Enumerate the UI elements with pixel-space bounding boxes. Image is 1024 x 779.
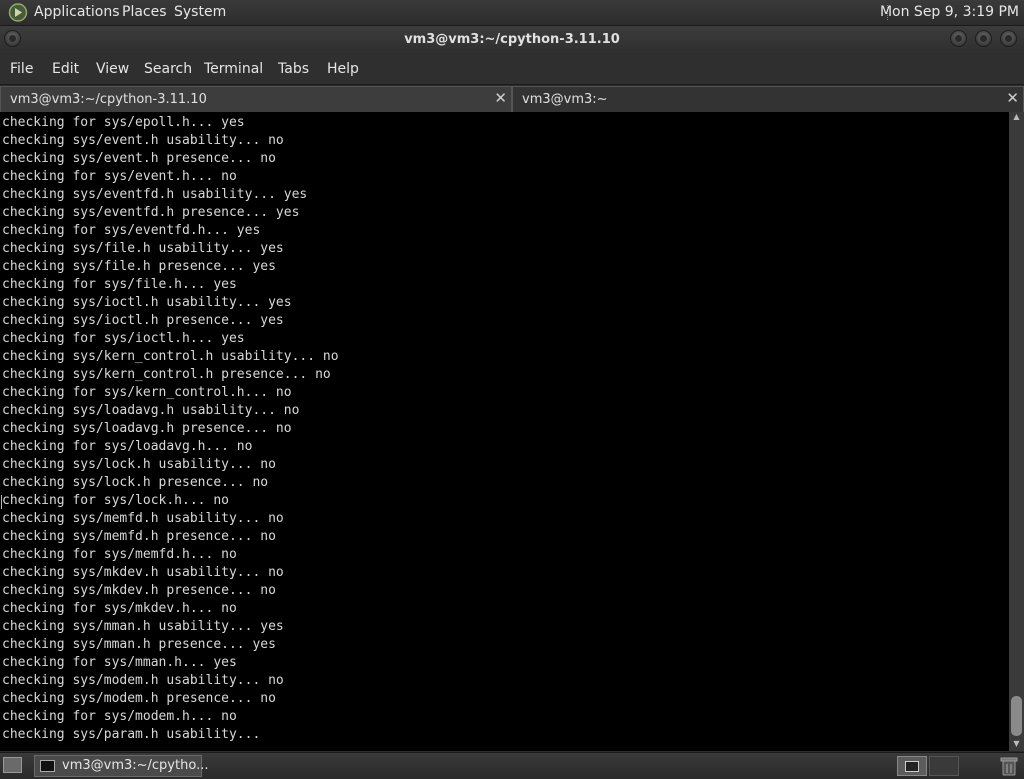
menu-help[interactable]: Help <box>327 61 359 77</box>
terminal-line: checking sys/ioctl.h presence... yes <box>2 313 284 328</box>
menu-tabs[interactable]: Tabs <box>278 61 309 77</box>
terminal-line: checking sys/kern_control.h presence... … <box>2 367 331 382</box>
terminal-line: checking for sys/mman.h... yes <box>2 655 237 670</box>
trash-icon[interactable] <box>1000 756 1018 776</box>
taskbar-item-label: vm3@vm3:~/cpytho... <box>62 758 209 773</box>
panel-clock[interactable]: Mon Sep 9, 3:19 PM <box>880 4 1019 20</box>
terminal-line: checking for sys/ioctl.h... yes <box>2 331 245 346</box>
terminal-line: checking sys/modem.h presence... no <box>2 691 276 706</box>
terminal-line: checking sys/mkdev.h usability... no <box>2 565 284 580</box>
window-title: vm3@vm3:~/cpython-3.11.10 <box>404 32 620 47</box>
applications-menu[interactable]: Applications <box>34 4 120 20</box>
terminal-icon <box>905 761 919 772</box>
terminal-line: checking sys/memfd.h presence... no <box>2 529 276 544</box>
terminal-line: checking sys/mman.h presence... yes <box>2 637 276 652</box>
tab-cpython[interactable]: vm3@vm3:~/cpython-3.11.10 ✕ <box>0 86 512 112</box>
terminal-line: checking sys/lock.h presence... no <box>2 475 269 490</box>
taskbar-item-terminal[interactable]: vm3@vm3:~/cpytho... <box>34 755 208 777</box>
app-logo-icon[interactable] <box>8 3 28 22</box>
terminal-line: checking for sys/kern_control.h... no <box>2 385 292 400</box>
menu-edit[interactable]: Edit <box>52 61 79 77</box>
tab-home[interactable]: vm3@vm3:~ ✕ <box>512 86 1024 112</box>
terminal-line: checking sys/loadavg.h presence... no <box>2 421 292 436</box>
menu-file[interactable]: File <box>10 61 33 77</box>
tab-close-icon[interactable]: ✕ <box>494 89 507 107</box>
bottom-panel: vm3@vm3:~/cpytho... <box>0 752 1024 779</box>
terminal-line: checking sys/eventfd.h usability... yes <box>2 187 308 202</box>
terminal-line: checking sys/ioctl.h usability... yes <box>2 295 292 310</box>
tab-label: vm3@vm3:~ <box>522 92 608 107</box>
terminal-line: checking sys/file.h presence... yes <box>2 259 276 274</box>
terminal-line: checking sys/param.h usability... <box>2 727 261 742</box>
terminal-output[interactable]: checking for sys/epoll.h... yes checking … <box>0 112 1009 751</box>
scrollbar-thumb[interactable] <box>1011 696 1022 736</box>
close-button[interactable] <box>1000 30 1017 47</box>
terminal-line: checking sys/mkdev.h presence... no <box>2 583 276 598</box>
terminal-line: checking sys/loadavg.h usability... no <box>2 403 300 418</box>
menu-search[interactable]: Search <box>144 61 192 77</box>
minimize-button[interactable] <box>950 30 967 47</box>
terminal-line: checking for sys/mkdev.h... no <box>2 601 237 616</box>
scroll-up-icon[interactable]: ▲ <box>1009 112 1024 124</box>
system-menu[interactable]: System <box>174 4 226 20</box>
terminal-line: checking sys/file.h usability... yes <box>2 241 284 256</box>
terminal-line: checking for sys/loadavg.h... no <box>2 439 253 454</box>
mouse-text-cursor <box>1 495 8 509</box>
terminal-line: checking for sys/modem.h... no <box>2 709 237 724</box>
terminal-line: checking sys/memfd.h usability... no <box>2 511 284 526</box>
terminal-line: checking for sys/file.h... yes <box>2 277 237 292</box>
terminal-line: checking sys/event.h usability... no <box>2 133 284 148</box>
terminal-line: checking sys/lock.h usability... no <box>2 457 276 472</box>
maximize-button[interactable] <box>975 30 992 47</box>
tab-label: vm3@vm3:~/cpython-3.11.10 <box>10 92 207 107</box>
places-menu[interactable]: Places <box>122 4 167 20</box>
terminal-line: checking for sys/lock.h... no <box>2 493 229 508</box>
menu-view[interactable]: View <box>96 61 129 77</box>
show-desktop-icon[interactable] <box>3 757 22 773</box>
workspace-1-button[interactable] <box>897 756 927 776</box>
terminal-scrollbar[interactable]: ▲ ▼ <box>1009 112 1024 751</box>
terminal-line: checking for sys/memfd.h... no <box>2 547 237 562</box>
workspace-2-button[interactable] <box>929 756 959 776</box>
window-titlebar[interactable]: vm3@vm3:~/cpython-3.11.10 <box>0 26 1024 55</box>
terminal-line: checking sys/kern_control.h usability...… <box>2 349 339 364</box>
terminal-line: checking sys/modem.h usability... no <box>2 673 284 688</box>
terminal-line: checking for sys/event.h... no <box>2 169 237 184</box>
menubar: File Edit View Search Terminal Tabs Help <box>0 55 1024 84</box>
terminal-lines: checking for sys/epoll.h... yes checking … <box>2 114 339 744</box>
top-panel: Applications Places System Mon Sep 9, 3:… <box>0 0 1024 26</box>
terminal-line: checking for sys/eventfd.h... yes <box>2 223 261 238</box>
terminal-line: checking sys/mman.h usability... yes <box>2 619 284 634</box>
terminal-icon <box>40 760 55 772</box>
scroll-down-icon[interactable]: ▼ <box>1009 739 1024 751</box>
tab-close-icon[interactable]: ✕ <box>1006 89 1019 107</box>
menu-terminal[interactable]: Terminal <box>204 61 263 77</box>
tab-bar: vm3@vm3:~/cpython-3.11.10 ✕ vm3@vm3:~ ✕ <box>0 84 1024 113</box>
terminal-line: checking sys/eventfd.h presence... yes <box>2 205 300 220</box>
terminal-line: checking sys/event.h presence... no <box>2 151 276 166</box>
terminal-line: checking for sys/epoll.h... yes <box>2 115 245 130</box>
